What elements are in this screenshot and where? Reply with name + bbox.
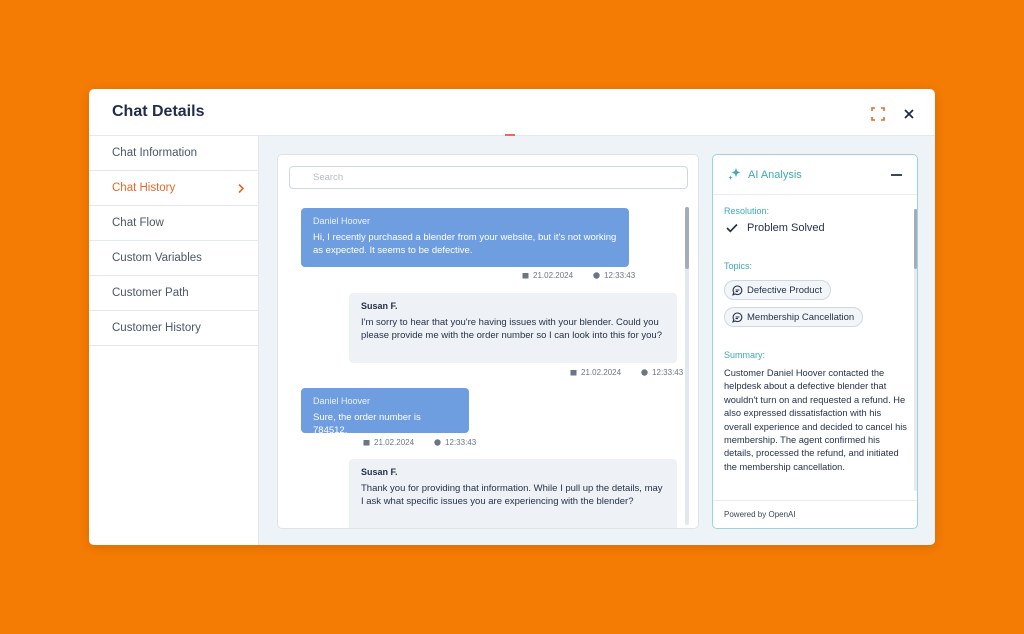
message-sender: Daniel Hoover: [313, 216, 371, 226]
chat-message: Daniel Hoover Hi, I recently purchased a…: [301, 208, 629, 267]
divider: [713, 500, 917, 501]
expand-icon[interactable]: [870, 106, 886, 122]
sidebar-item-label: Customer Path: [112, 287, 189, 299]
topic-chip[interactable]: Membership Cancellation: [724, 307, 864, 327]
message-time: 12:33:43: [652, 368, 684, 377]
message-text: I'm sorry to hear that you're having iss…: [361, 317, 662, 341]
message-text: Hi, I recently purchased a blender from …: [313, 232, 617, 256]
message-meta: 21.02.2024 12:33:43: [570, 368, 683, 377]
topic-label: Membership Cancellation: [747, 311, 855, 323]
resolution-label: Resolution:: [724, 206, 770, 216]
message-date: 21.02.2024: [374, 438, 415, 447]
message-date: 21.02.2024: [581, 368, 622, 377]
message-sender: Susan F.: [361, 467, 398, 477]
chat-message: Daniel Hoover Sure, the order number is …: [301, 388, 469, 436]
chat-scrollbar-thumb[interactable]: [685, 207, 689, 269]
sidebar-item-customer-path[interactable]: Customer Path: [89, 276, 258, 311]
message-meta: 21.02.2024 12:33:43: [522, 271, 635, 280]
message-date: 21.02.2024: [533, 271, 574, 280]
message-sender: Susan F.: [361, 301, 398, 311]
topics-label: Topics:: [724, 261, 753, 271]
topic-chip[interactable]: Defective Product: [724, 280, 831, 300]
collapse-icon[interactable]: [891, 174, 902, 176]
chat-bubble-icon: [732, 311, 743, 323]
sidebar-item-chat-history[interactable]: Chat History: [89, 171, 258, 206]
modal-header: Chat Details: [89, 89, 935, 136]
chat-message: Susan F. Thank you for providing that in…: [349, 459, 677, 528]
message-time: 12:33:43: [604, 271, 636, 280]
chat-message: Susan F. I'm sorry to hear that you're h…: [349, 293, 677, 363]
chat-history-panel: Daniel Hoover Hi, I recently purchased a…: [277, 154, 699, 529]
sparkle-icon: [728, 168, 741, 180]
message-text: Sure, the order number is 784512.: [313, 412, 421, 436]
resolution-value: Problem Solved: [726, 222, 825, 234]
resolution-text: Problem Solved: [747, 222, 825, 234]
powered-by-label: Powered by OpenAI: [724, 510, 796, 519]
sidebar-item-chat-flow[interactable]: Chat Flow: [89, 206, 258, 241]
ai-analysis-title: AI Analysis: [748, 169, 802, 181]
chevron-right-icon: [238, 183, 245, 194]
calendar-icon: [522, 273, 529, 279]
sidebar-item-customer-history[interactable]: Customer History: [89, 311, 258, 346]
sidebar-item-label: Chat Information: [112, 147, 198, 159]
summary-label: Summary:: [724, 350, 766, 360]
sidebar-item-chat-information[interactable]: Chat Information: [89, 136, 258, 171]
check-icon: [726, 223, 738, 233]
message-sender: Daniel Hoover: [313, 396, 371, 406]
close-icon[interactable]: [901, 106, 917, 122]
clock-icon: [641, 369, 648, 376]
sidebar-item-label: Chat History: [112, 182, 176, 194]
chat-details-modal: Chat Details Chat Information Chat Histo…: [89, 89, 935, 545]
sidebar-item-custom-variables[interactable]: Custom Variables: [89, 241, 258, 276]
divider: [713, 194, 917, 195]
calendar-icon: [363, 440, 370, 446]
message-text: Thank you for providing that information…: [361, 483, 663, 507]
calendar-icon: [570, 370, 577, 376]
ai-scrollbar-thumb[interactable]: [914, 209, 917, 269]
summary-text: Customer Daniel Hoover contacted the hel…: [724, 368, 907, 472]
chat-bubble-icon: [732, 284, 743, 296]
message-time: 12:33:43: [445, 438, 477, 447]
modal-title: Chat Details: [112, 103, 205, 120]
sidebar-item-label: Customer History: [112, 322, 201, 334]
message-meta: 21.02.2024 12:33:43: [363, 438, 476, 447]
sidebar-item-label: Chat Flow: [112, 217, 164, 229]
sidebar: Chat Information Chat History Chat Flow …: [89, 136, 259, 545]
clock-icon: [434, 439, 441, 446]
sidebar-item-label: Custom Variables: [112, 252, 202, 264]
search-input[interactable]: [289, 166, 688, 189]
ai-analysis-panel: AI Analysis Resolution: Problem Solved T…: [712, 154, 918, 529]
topic-label: Defective Product: [747, 284, 822, 296]
clock-icon: [593, 272, 600, 279]
